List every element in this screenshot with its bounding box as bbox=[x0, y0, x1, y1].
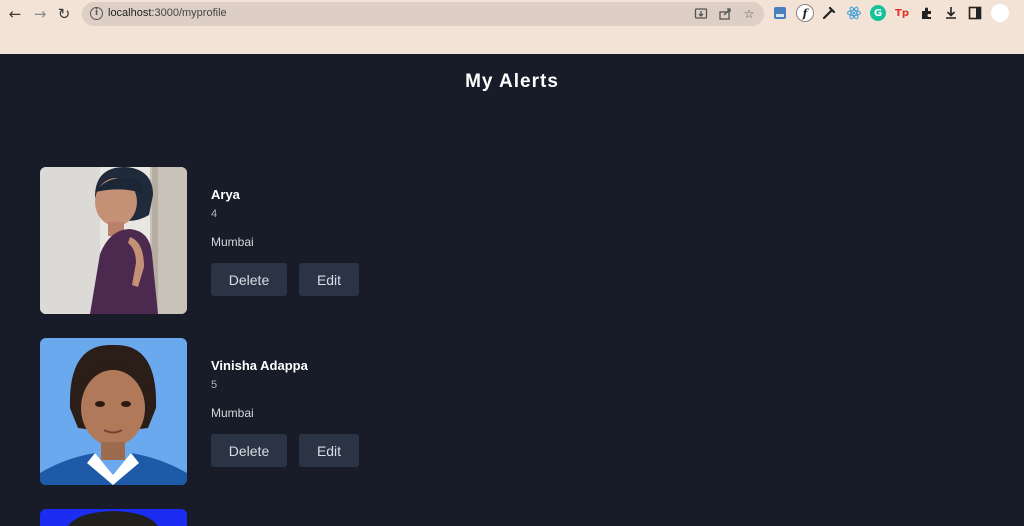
browser-toolbar: ← → ↻ i localhost:3000/myprofile ☆ f G T… bbox=[0, 0, 1024, 54]
extension-font-icon[interactable]: f bbox=[796, 4, 814, 22]
alert-card: Arya 4 Mumbai Delete Edit bbox=[40, 167, 740, 315]
alert-photo bbox=[40, 167, 187, 314]
side-panel-icon[interactable] bbox=[967, 5, 983, 21]
page-title: My Alerts bbox=[465, 71, 559, 92]
alert-photo bbox=[40, 509, 187, 526]
url-text[interactable]: localhost:3000/myprofile bbox=[108, 7, 227, 19]
share-icon[interactable] bbox=[718, 7, 732, 21]
bookmark-star-icon[interactable]: ☆ bbox=[742, 7, 756, 21]
extension-tp-icon[interactable]: Tp bbox=[894, 5, 910, 21]
reload-icon[interactable]: ↻ bbox=[54, 4, 74, 24]
alert-age: 4 bbox=[211, 208, 218, 220]
alert-city: Mumbai bbox=[211, 406, 254, 420]
delete-button[interactable]: Delete bbox=[211, 263, 287, 296]
extension-eyedropper-icon[interactable] bbox=[821, 5, 837, 21]
address-bar[interactable]: i localhost:3000/myprofile ☆ bbox=[82, 2, 764, 26]
url-host: localhost bbox=[108, 7, 152, 19]
forward-arrow-icon[interactable]: → bbox=[30, 4, 50, 24]
extension-react-icon[interactable] bbox=[846, 5, 862, 21]
delete-button[interactable]: Delete bbox=[211, 434, 287, 467]
edit-button[interactable]: Edit bbox=[299, 263, 359, 296]
site-info-icon[interactable]: i bbox=[90, 7, 103, 20]
alert-card bbox=[40, 509, 740, 526]
back-arrow-icon[interactable]: ← bbox=[5, 4, 25, 24]
extensions-puzzle-icon[interactable] bbox=[919, 5, 935, 21]
url-path: :3000/myprofile bbox=[151, 7, 227, 19]
extension-grammarly-icon[interactable]: G bbox=[870, 5, 886, 21]
install-app-icon[interactable] bbox=[694, 7, 708, 21]
alert-city: Mumbai bbox=[211, 235, 254, 249]
alert-name: Arya bbox=[211, 187, 240, 202]
page-content: My Alerts Arya 4 Mumbai Delete Edit Vini… bbox=[0, 54, 1024, 526]
extension-translate-icon[interactable] bbox=[772, 5, 788, 21]
alert-photo bbox=[40, 338, 187, 485]
downloads-icon[interactable] bbox=[943, 5, 959, 21]
edit-button[interactable]: Edit bbox=[299, 434, 359, 467]
alert-card: Vinisha Adappa 5 Mumbai Delete Edit bbox=[40, 338, 740, 486]
alert-name: Vinisha Adappa bbox=[211, 358, 308, 373]
profile-avatar[interactable] bbox=[991, 4, 1009, 22]
alert-age: 5 bbox=[211, 379, 218, 391]
